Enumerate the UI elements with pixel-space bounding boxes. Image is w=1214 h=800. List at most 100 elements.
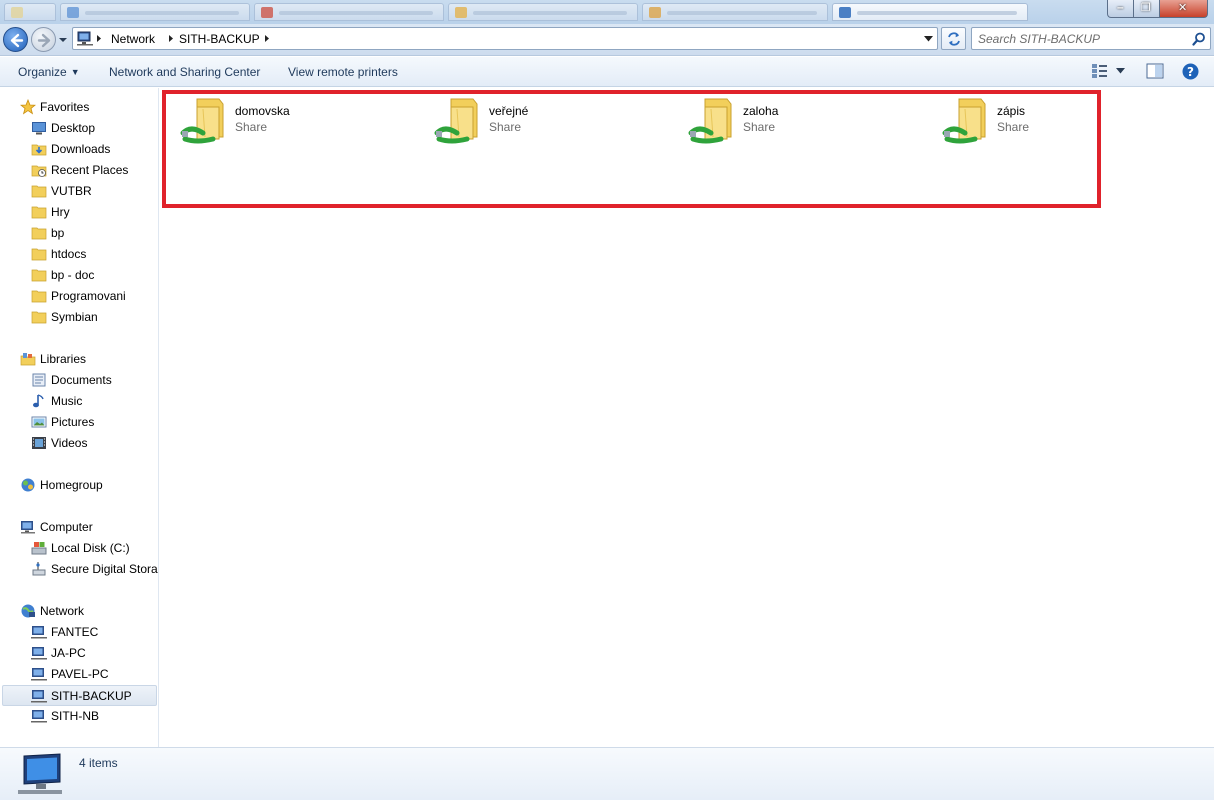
sidebar-item-label: FANTEC: [51, 625, 99, 639]
sidebar-item-label: Documents: [51, 373, 112, 387]
share-tile-domovska[interactable]: domovska Share: [164, 95, 364, 147]
pictures-icon: [31, 416, 47, 428]
file-list-pane: domovska Share veřejné Share zaloha Shar…: [160, 88, 1214, 747]
change-view-icon[interactable]: [1091, 63, 1109, 79]
minimize-icon: –: [1117, 0, 1124, 14]
organize-menu-button[interactable]: Organize ▼: [18, 65, 80, 79]
navigation-pane: Favorites Desktop Downloads Recent Place…: [0, 88, 159, 747]
svg-text:?: ?: [1187, 65, 1194, 79]
view-options-chevron-down-icon[interactable]: [1116, 68, 1125, 74]
folder-icon: [31, 248, 47, 261]
share-tile-zapis[interactable]: zápis Share: [926, 95, 1126, 147]
background-tab: [254, 3, 444, 21]
sidebar-libraries-label: Libraries: [40, 352, 87, 366]
sidebar-item-label: Recent Places: [51, 163, 129, 177]
background-tab: [832, 3, 1028, 21]
sidebar-item-label: PAVEL-PC: [51, 667, 109, 681]
share-type: Share: [489, 120, 522, 134]
maximize-button[interactable]: ❐: [1134, 0, 1160, 18]
share-tile-verejne[interactable]: veřejné Share: [418, 95, 618, 147]
share-name: veřejné: [489, 104, 529, 118]
homegroup-icon: [21, 478, 35, 492]
command-bar: Organize ▼ Network and Sharing Center Vie…: [0, 57, 1214, 87]
background-tab: [4, 3, 56, 21]
network-computer-icon: [31, 710, 47, 723]
sidebar-item-label: Downloads: [51, 142, 111, 156]
breadcrumb-network[interactable]: Network: [111, 32, 155, 46]
sidebar-item-label: Pictures: [51, 415, 95, 429]
sidebar-favorites-label: Favorites: [40, 100, 90, 114]
back-button[interactable]: [3, 27, 28, 52]
sidebar-item-sith-backup[interactable]: SITH-BACKUP: [2, 685, 157, 706]
shared-folder-icon: [688, 98, 732, 144]
details-pane: 4 items: [0, 747, 1214, 800]
organize-label: Organize: [18, 65, 67, 79]
network-computer-icon: [31, 647, 47, 660]
sidebar-item-label: Secure Digital Storage Device (E:): [51, 562, 158, 576]
share-tile-zaloha[interactable]: zaloha Share: [672, 95, 872, 147]
shared-folder-icon: [942, 98, 986, 144]
desktop-icon: [32, 122, 46, 135]
sidebar-item-label: JA-PC: [51, 646, 86, 660]
sidebar-item-label: bp: [51, 226, 65, 240]
videos-icon: [32, 437, 46, 449]
folder-icon: [31, 185, 47, 198]
share-name: zápis: [997, 104, 1026, 118]
network-computer-icon: [31, 626, 47, 639]
refresh-button[interactable]: [941, 27, 966, 50]
address-bar[interactable]: Network SITH-BACKUP: [72, 27, 938, 50]
sidebar-item-label: Symbian: [51, 310, 98, 324]
background-tab: [448, 3, 638, 21]
star-icon: [20, 99, 36, 115]
minimize-button[interactable]: –: [1107, 0, 1134, 18]
folder-icon: [31, 227, 47, 240]
sidebar-item-label: Desktop: [51, 121, 96, 135]
sidebar-item-label: Programovani: [51, 289, 126, 303]
sidebar-item-label: Local Disk (C:): [51, 541, 130, 555]
shared-folder-icon: [180, 98, 224, 144]
network-computer-large-icon: [18, 753, 62, 794]
background-tab: [60, 3, 250, 21]
removable-drive-icon: [32, 562, 46, 576]
forward-button[interactable]: [31, 27, 56, 52]
sidebar-item-label: VUTBR: [51, 184, 92, 198]
address-history-chevron-down-icon[interactable]: [924, 36, 933, 42]
folder-icon: [31, 290, 47, 303]
share-name: domovska: [235, 104, 290, 118]
documents-icon: [32, 373, 46, 387]
help-icon[interactable]: ?: [1182, 63, 1199, 80]
breadcrumb-chevron-right-icon[interactable]: [264, 34, 270, 43]
breadcrumb-sith-backup[interactable]: SITH-BACKUP: [179, 32, 260, 46]
share-name: zaloha: [743, 104, 779, 118]
search-box[interactable]: [971, 27, 1211, 50]
music-note-icon: [33, 394, 44, 408]
search-input[interactable]: [978, 30, 1188, 47]
navigation-bar: Network SITH-BACKUP: [0, 24, 1214, 56]
sidebar-item-label: Videos: [51, 436, 88, 450]
arrow-right-icon: [37, 33, 51, 48]
sidebar-item-label: SITH-BACKUP: [51, 689, 132, 703]
sidebar-homegroup-label: Homegroup: [40, 478, 103, 492]
network-computer-icon: [31, 668, 47, 681]
preview-pane-icon[interactable]: [1146, 63, 1164, 79]
background-window-strip: – ❐ ✕: [0, 0, 1214, 24]
sidebar-item-label: Music: [51, 394, 83, 408]
network-computer-icon: [31, 690, 47, 703]
share-type: Share: [235, 120, 268, 134]
arrow-left-icon: [10, 33, 24, 48]
breadcrumb-chevron-right-icon[interactable]: [96, 34, 102, 43]
network-globe-icon: [21, 604, 35, 618]
breadcrumb-chevron-right-icon[interactable]: [168, 34, 174, 43]
recent-pages-chevron-down-icon[interactable]: [58, 36, 68, 44]
close-button[interactable]: ✕: [1160, 0, 1208, 18]
restore-icon: ❐: [1141, 2, 1151, 14]
view-remote-printers-button[interactable]: View remote printers: [288, 65, 398, 79]
computer-icon: [21, 521, 35, 534]
sidebar-item-label: bp - doc: [51, 268, 95, 282]
network-and-sharing-center-button[interactable]: Network and Sharing Center: [109, 65, 260, 79]
libraries-icon: [20, 353, 36, 366]
refresh-icon: [948, 32, 960, 46]
share-type: Share: [743, 120, 776, 134]
search-icon[interactable]: [1192, 32, 1206, 46]
share-type: Share: [997, 120, 1030, 134]
